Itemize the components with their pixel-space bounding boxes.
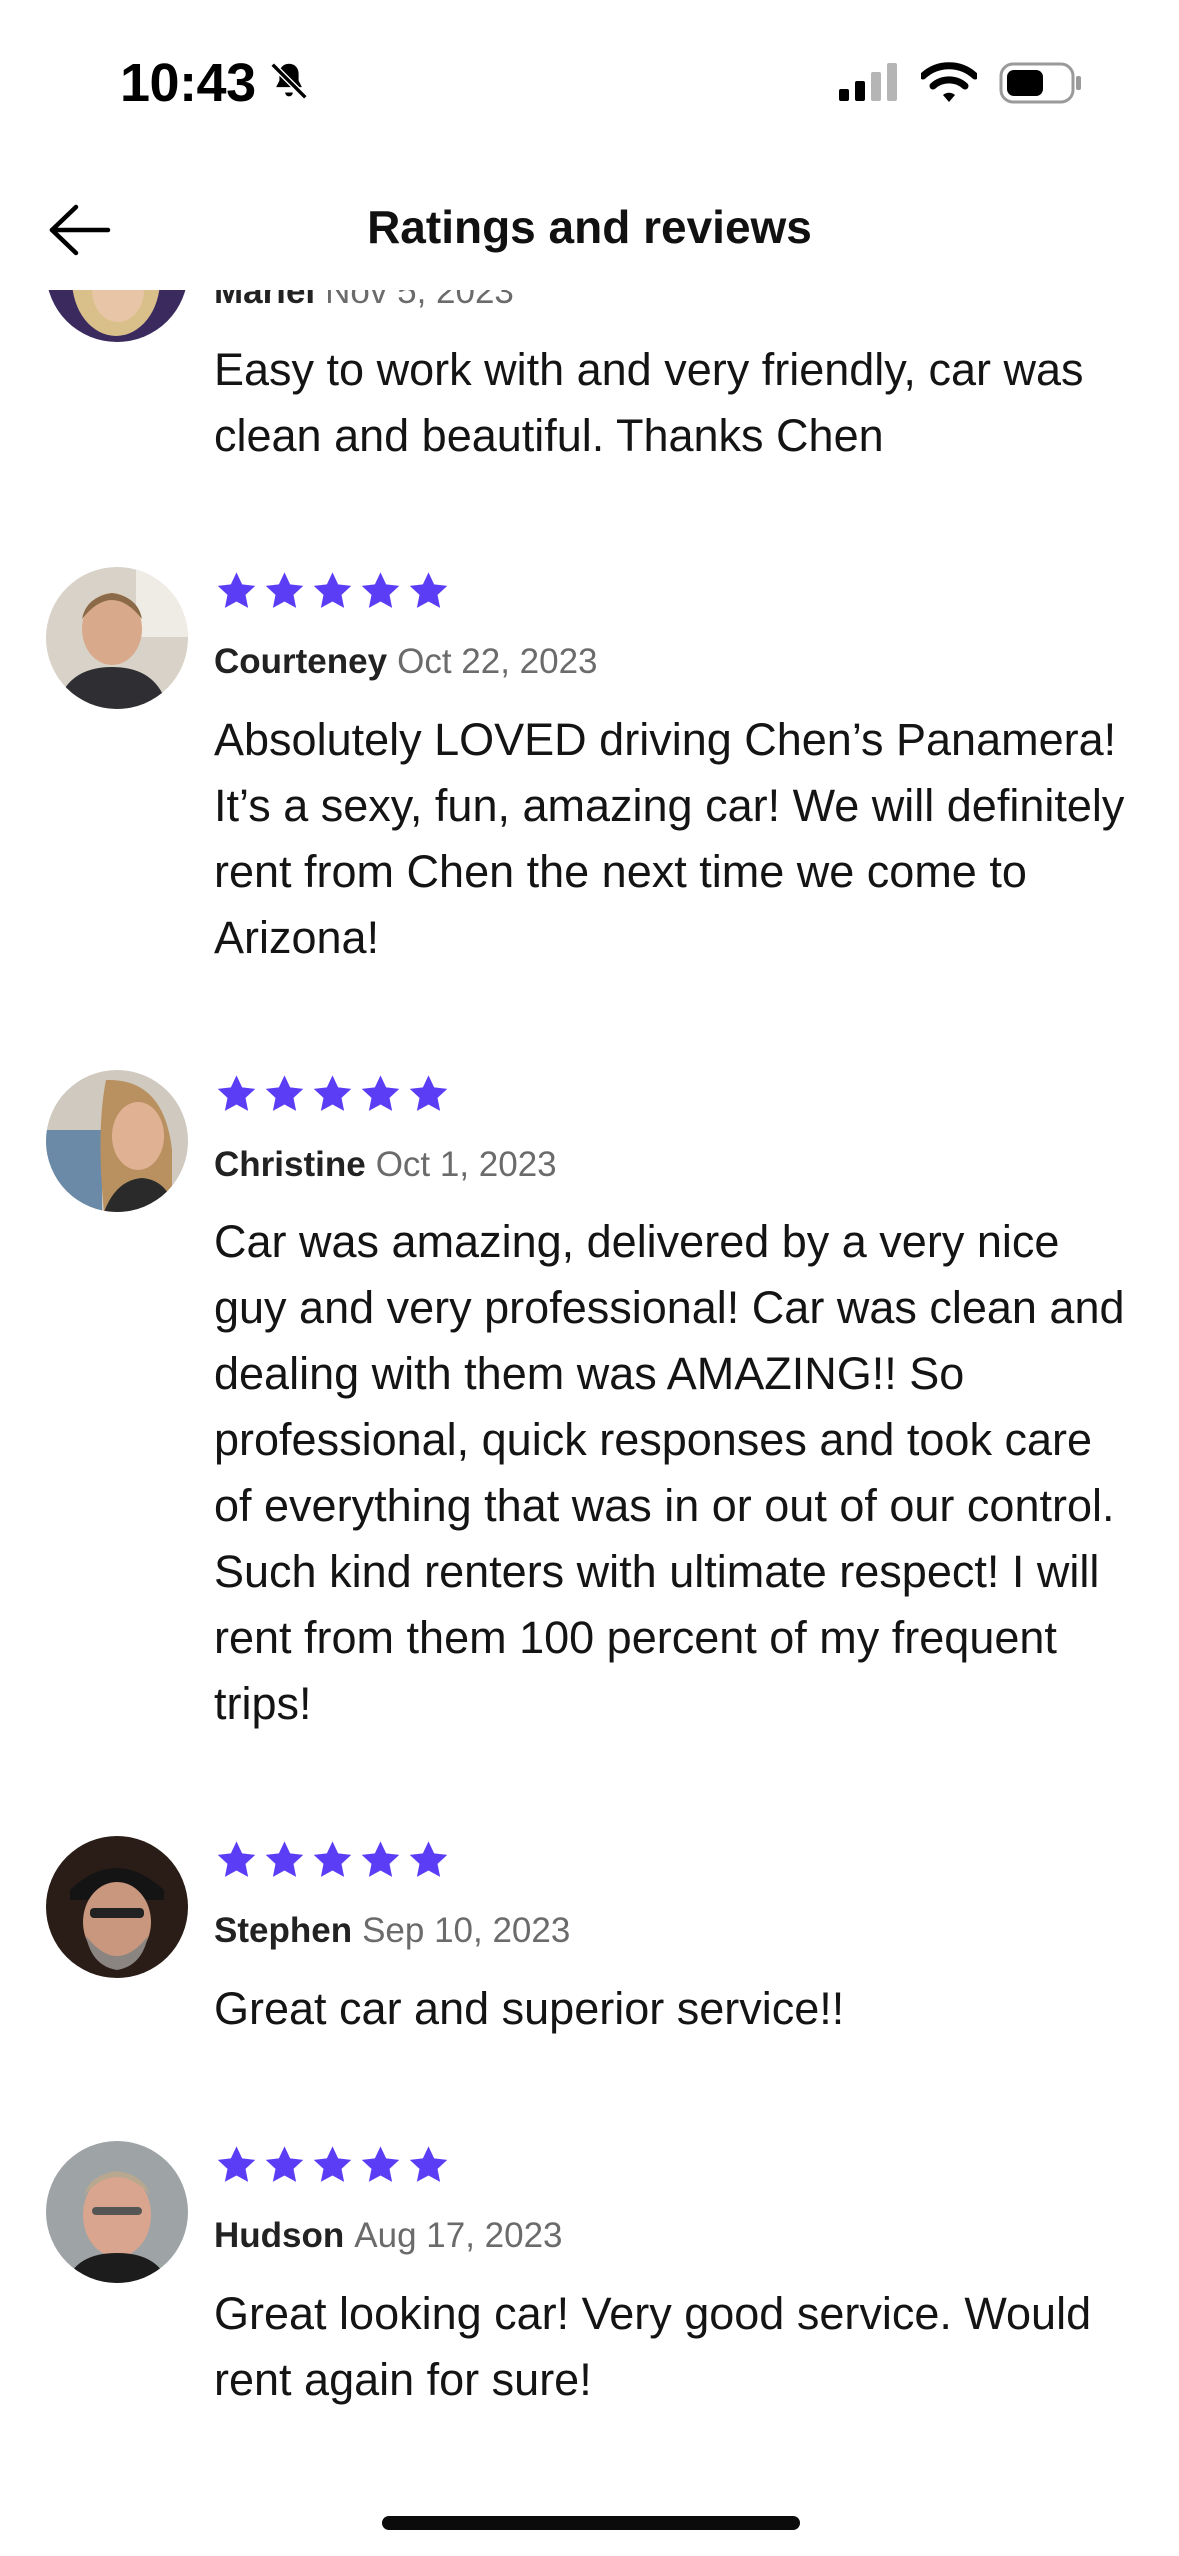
review-text: Great car and superior service!!: [214, 1983, 845, 2034]
avatar: [46, 567, 188, 709]
star-icon: [361, 572, 400, 608]
star-icon: [217, 2146, 256, 2182]
star-rating: [214, 569, 451, 614]
star-icon: [217, 1841, 256, 1877]
review-meta: Hudson Aug 17, 2023: [214, 2216, 563, 2256]
star-rating: [214, 1072, 451, 1117]
star-icon: [361, 1841, 400, 1877]
home-indicator[interactable]: [382, 2516, 800, 2530]
star-icon: [217, 1075, 256, 1111]
star-icon: [313, 2146, 352, 2182]
star-icon: [265, 572, 304, 608]
review-meta: Christine Oct 1, 2023: [214, 1145, 557, 1185]
review-date: Sep 10, 2023: [362, 1911, 571, 1950]
star-icon: [409, 1841, 448, 1877]
reviewer-name: Courteney: [214, 642, 388, 681]
review-text: Great looking car! Very good service. Wo…: [214, 2288, 1092, 2405]
avatar: [46, 2141, 188, 2283]
star-icon: [409, 2146, 448, 2182]
avatar: [46, 1836, 188, 1978]
star-icon: [409, 572, 448, 608]
star-icon: [313, 1841, 352, 1877]
star-icon: [361, 1075, 400, 1111]
review-text: Absolutely LOVED driving Chen’s Panamera…: [214, 714, 1125, 963]
star-icon: [217, 572, 256, 608]
nav-bar: Ratings and reviews: [0, 170, 1179, 290]
star-rating: [214, 1838, 451, 1883]
review-list[interactable]: Mariel Nov 5, 2023 Easy to work with and …: [0, 0, 1179, 2556]
star-icon: [313, 572, 352, 608]
page-title: Ratings and reviews: [367, 201, 812, 253]
star-icon: [265, 2146, 304, 2182]
review-meta: Stephen Sep 10, 2023: [214, 1911, 570, 1951]
review-date: Oct 22, 2023: [397, 642, 598, 681]
review-text: Easy to work with and very friendly, car…: [214, 344, 1084, 461]
review-text: Car was amazing, delivered by a very nic…: [214, 1216, 1125, 1729]
star-rating: [214, 2143, 451, 2188]
star-icon: [313, 1075, 352, 1111]
review-meta: Courteney Oct 22, 2023: [214, 642, 598, 682]
avatar: [46, 1070, 188, 1212]
review-date: Aug 17, 2023: [354, 2216, 563, 2255]
reviewer-name: Hudson: [214, 2216, 345, 2255]
star-icon: [265, 1075, 304, 1111]
star-icon: [361, 2146, 400, 2182]
reviewer-name: Stephen: [214, 1911, 353, 1950]
star-icon: [409, 1075, 448, 1111]
review-date: Oct 1, 2023: [375, 1145, 557, 1184]
reviewer-name: Christine: [214, 1145, 366, 1184]
star-icon: [265, 1841, 304, 1877]
